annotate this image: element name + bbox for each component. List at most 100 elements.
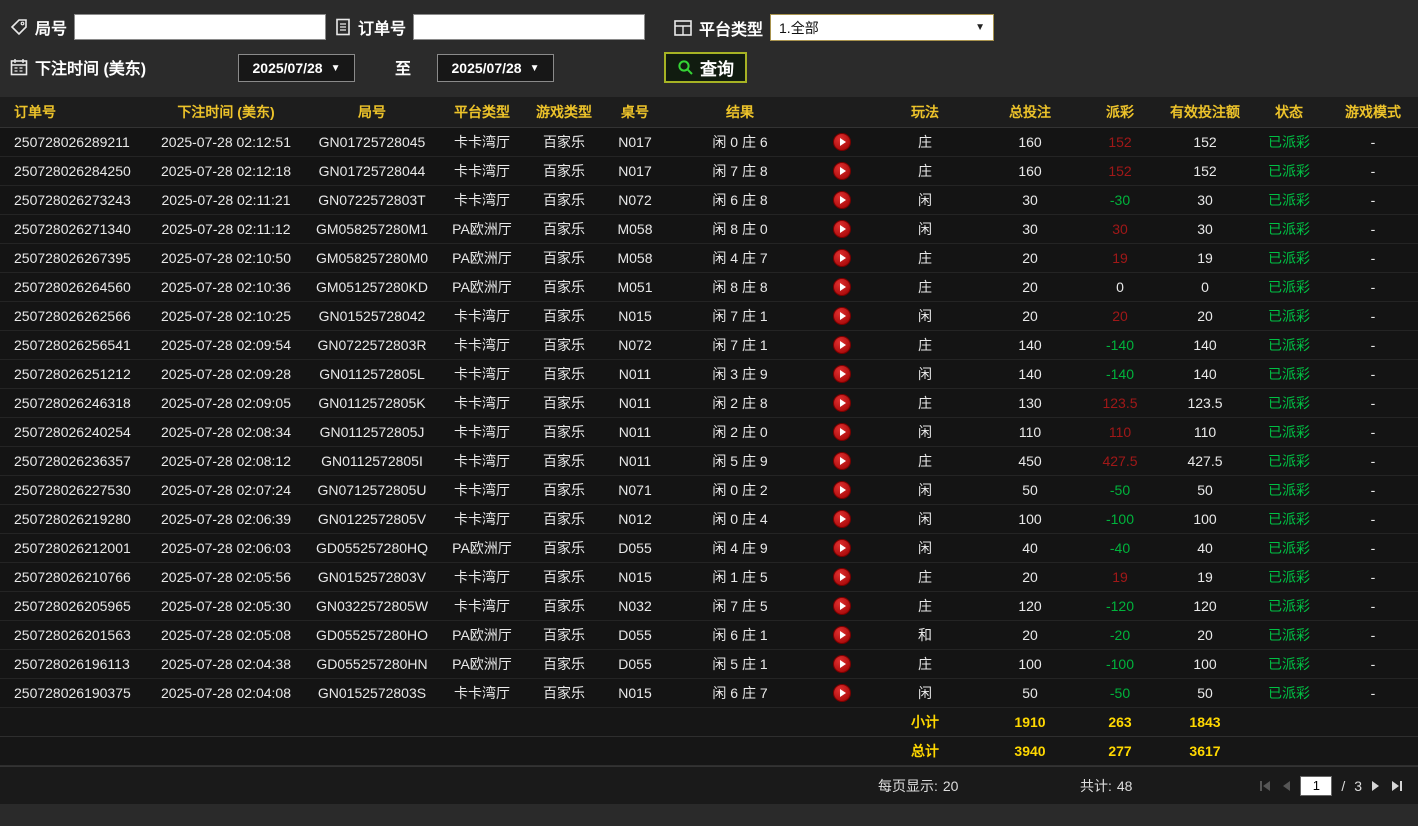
cell-order-id: 250728026212001 — [0, 533, 148, 563]
play-icon[interactable] — [833, 132, 851, 151]
play-icon[interactable] — [833, 306, 851, 325]
play-icon[interactable] — [833, 480, 851, 499]
page-number-input[interactable] — [1300, 775, 1333, 796]
cell-play: 闲 — [870, 185, 980, 215]
table-row: 250728026236357 2025-07-28 02:08:12 GN0112… — [0, 446, 1418, 476]
play-icon[interactable] — [833, 364, 851, 383]
cell-valid-bet: 110 — [1160, 417, 1250, 447]
column-header: 下注时间 (美东) — [148, 97, 304, 128]
play-icon[interactable] — [833, 219, 851, 238]
date-from-button[interactable]: 2025/07/28 ▼ — [238, 54, 355, 82]
cell-status: 已派彩 — [1250, 562, 1328, 592]
play-icon[interactable] — [833, 509, 851, 528]
play-icon[interactable] — [833, 393, 851, 412]
cell-bet-time: 2025-07-28 02:10:25 — [148, 301, 304, 331]
cell-bet-time: 2025-07-28 02:11:12 — [148, 214, 304, 244]
cell-play: 闲 — [870, 359, 980, 389]
play-icon[interactable] — [833, 683, 851, 702]
table-row: 250728026271340 2025-07-28 02:11:12 GM0582… — [0, 214, 1418, 244]
total-spacer-end — [1250, 736, 1418, 766]
cell-play: 庄 — [870, 156, 980, 186]
play-triangle-icon — [840, 688, 846, 697]
play-icon[interactable] — [833, 161, 851, 180]
play-icon[interactable] — [833, 567, 851, 586]
cell-bet-time: 2025-07-28 02:09:28 — [148, 359, 304, 389]
play-icon[interactable] — [833, 538, 851, 557]
column-header: 订单号 — [0, 97, 148, 128]
cell-status: 已派彩 — [1250, 678, 1328, 708]
column-header: 游戏模式 — [1328, 97, 1418, 128]
query-button[interactable]: 查询 — [664, 52, 747, 83]
previous-page-button[interactable] — [1281, 780, 1291, 792]
cell-table-no: N011 — [604, 417, 666, 447]
cell-round-id: GN01725728045 — [304, 127, 440, 157]
cell-order-id: 250728026289211 — [0, 127, 148, 157]
cell-valid-bet: 100 — [1160, 649, 1250, 679]
cell-table-no: D055 — [604, 649, 666, 679]
cell-round-id: GD055257280HN — [304, 649, 440, 679]
table-row: 250728026210766 2025-07-28 02:05:56 GN0152… — [0, 562, 1418, 592]
play-icon[interactable] — [833, 596, 851, 615]
round-number-input[interactable] — [74, 14, 327, 40]
play-triangle-icon — [840, 456, 846, 465]
cell-result-play — [814, 620, 870, 650]
cell-platform: 卡卡湾厅 — [440, 388, 524, 418]
cell-result-play — [814, 330, 870, 360]
cell-total-bet: 160 — [980, 127, 1080, 157]
cell-bet-time: 2025-07-28 02:10:50 — [148, 243, 304, 273]
cell-result-play — [814, 185, 870, 215]
cell-valid-bet: 50 — [1160, 678, 1250, 708]
next-page-button[interactable] — [1371, 780, 1381, 792]
play-triangle-icon — [840, 427, 846, 436]
per-page-label: 每页显示: — [878, 777, 938, 794]
platform-type-label: 平台类型 — [699, 21, 764, 39]
bet-time-field: 下注时间 (美东) — [10, 55, 146, 79]
play-triangle-icon — [840, 311, 846, 320]
cell-payout: 30 — [1080, 214, 1160, 244]
play-icon[interactable] — [833, 335, 851, 354]
cell-platform: PA欧洲厅 — [440, 214, 524, 244]
play-icon[interactable] — [833, 654, 851, 673]
play-icon[interactable] — [833, 190, 851, 209]
cell-game-type: 百家乐 — [524, 156, 604, 186]
cell-status: 已派彩 — [1250, 446, 1328, 476]
cell-table-no: N071 — [604, 475, 666, 505]
order-number-icon — [335, 18, 351, 36]
cell-result-play — [814, 243, 870, 273]
play-triangle-icon — [840, 601, 846, 610]
cell-total-bet: 20 — [980, 243, 1080, 273]
date-to-button[interactable]: 2025/07/28 ▼ — [437, 54, 554, 82]
cell-play: 庄 — [870, 243, 980, 273]
bet-records-table: 订单号 下注时间 (美东) 局号 平台类型 游戏类型 桌号 结果 玩法 总投注 派彩 有效投注额 状态… — [0, 97, 1418, 766]
column-header: 桌号 — [604, 97, 666, 128]
cell-mode: - — [1328, 156, 1418, 186]
play-icon[interactable] — [833, 277, 851, 296]
cell-result: 闲 6 庄 8 — [666, 185, 814, 215]
cell-game-type: 百家乐 — [524, 359, 604, 389]
play-icon[interactable] — [833, 248, 851, 267]
round-number-field: 局号 — [10, 14, 327, 40]
platform-type-select[interactable]: 1.全部 ▼ — [770, 14, 995, 41]
cell-bet-time: 2025-07-28 02:04:08 — [148, 678, 304, 708]
cell-valid-bet: 30 — [1160, 185, 1250, 215]
play-icon[interactable] — [833, 451, 851, 470]
cell-mode: - — [1328, 185, 1418, 215]
first-page-button[interactable] — [1258, 780, 1272, 792]
total-count-value: 48 — [1116, 777, 1133, 794]
cell-round-id: GN0112572805K — [304, 388, 440, 418]
cell-table-no: N017 — [604, 127, 666, 157]
last-page-button[interactable] — [1390, 780, 1404, 792]
platform-type-field: 平台类型 1.全部 ▼ — [674, 14, 995, 41]
cell-game-type: 百家乐 — [524, 649, 604, 679]
cell-payout: 110 — [1080, 417, 1160, 447]
play-icon[interactable] — [833, 422, 851, 441]
cell-round-id: GM058257280M0 — [304, 243, 440, 273]
order-number-input[interactable] — [413, 14, 646, 40]
cell-bet-time: 2025-07-28 02:10:36 — [148, 272, 304, 302]
cell-order-id: 250728026196113 — [0, 649, 148, 679]
round-number-icon — [10, 18, 28, 36]
cell-payout: -30 — [1080, 185, 1160, 215]
cell-play: 闲 — [870, 417, 980, 447]
play-icon[interactable] — [833, 625, 851, 644]
cell-result-play — [814, 156, 870, 186]
